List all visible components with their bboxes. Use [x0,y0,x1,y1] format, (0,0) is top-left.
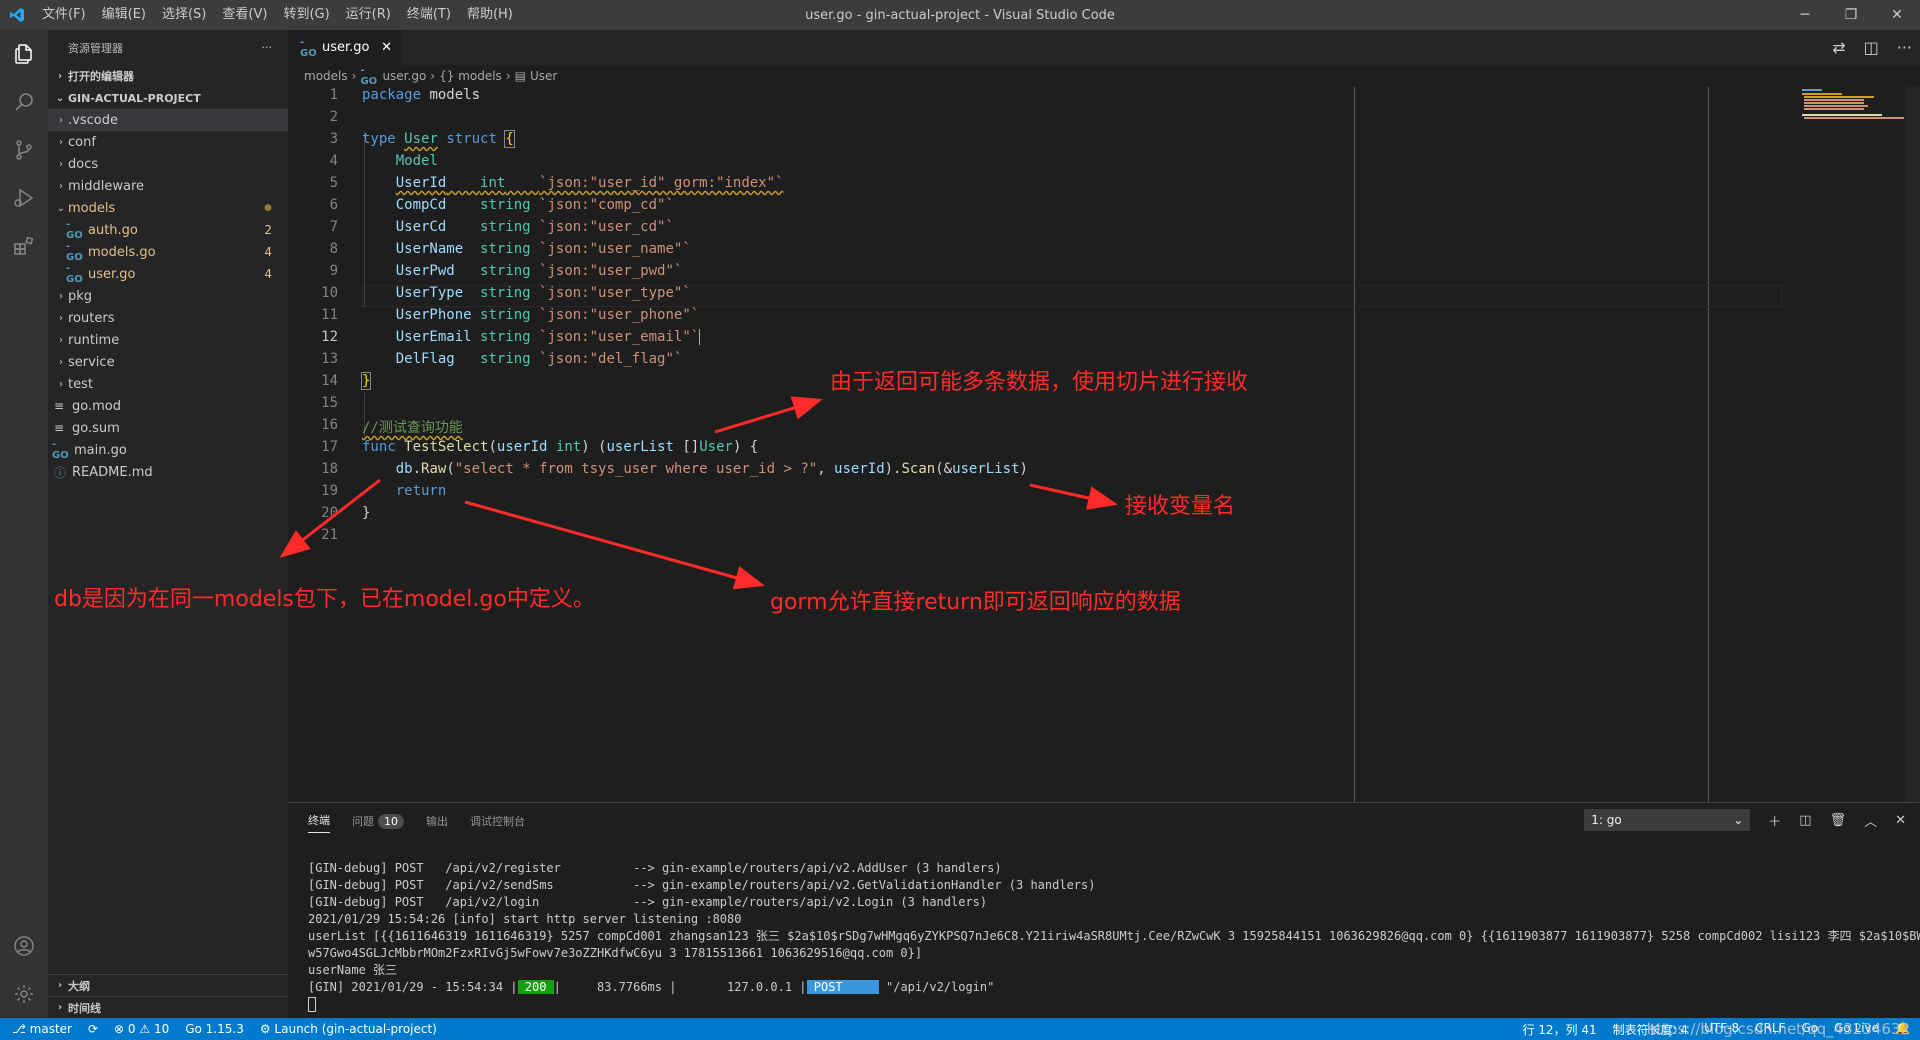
arrow-slice [714,396,823,434]
annotation-gorm: gorm允许直接return即可返回响应的数据 [770,590,1181,615]
arrow-db [279,478,381,558]
arrow-gorm [464,500,765,590]
annotation-arrows [279,396,1118,590]
watermark: https://blog.csdn.net/qq_43234632 [1646,1020,1910,1038]
arrow-varname [1029,483,1118,510]
annotation-varname: 接收变量名 [1125,494,1236,519]
annotation-db: db是因为在同一models包下，已在model.go中定义。 [54,587,595,612]
annotation-slice: 由于返回可能多条数据，使用切片进行接收 [830,370,1249,395]
